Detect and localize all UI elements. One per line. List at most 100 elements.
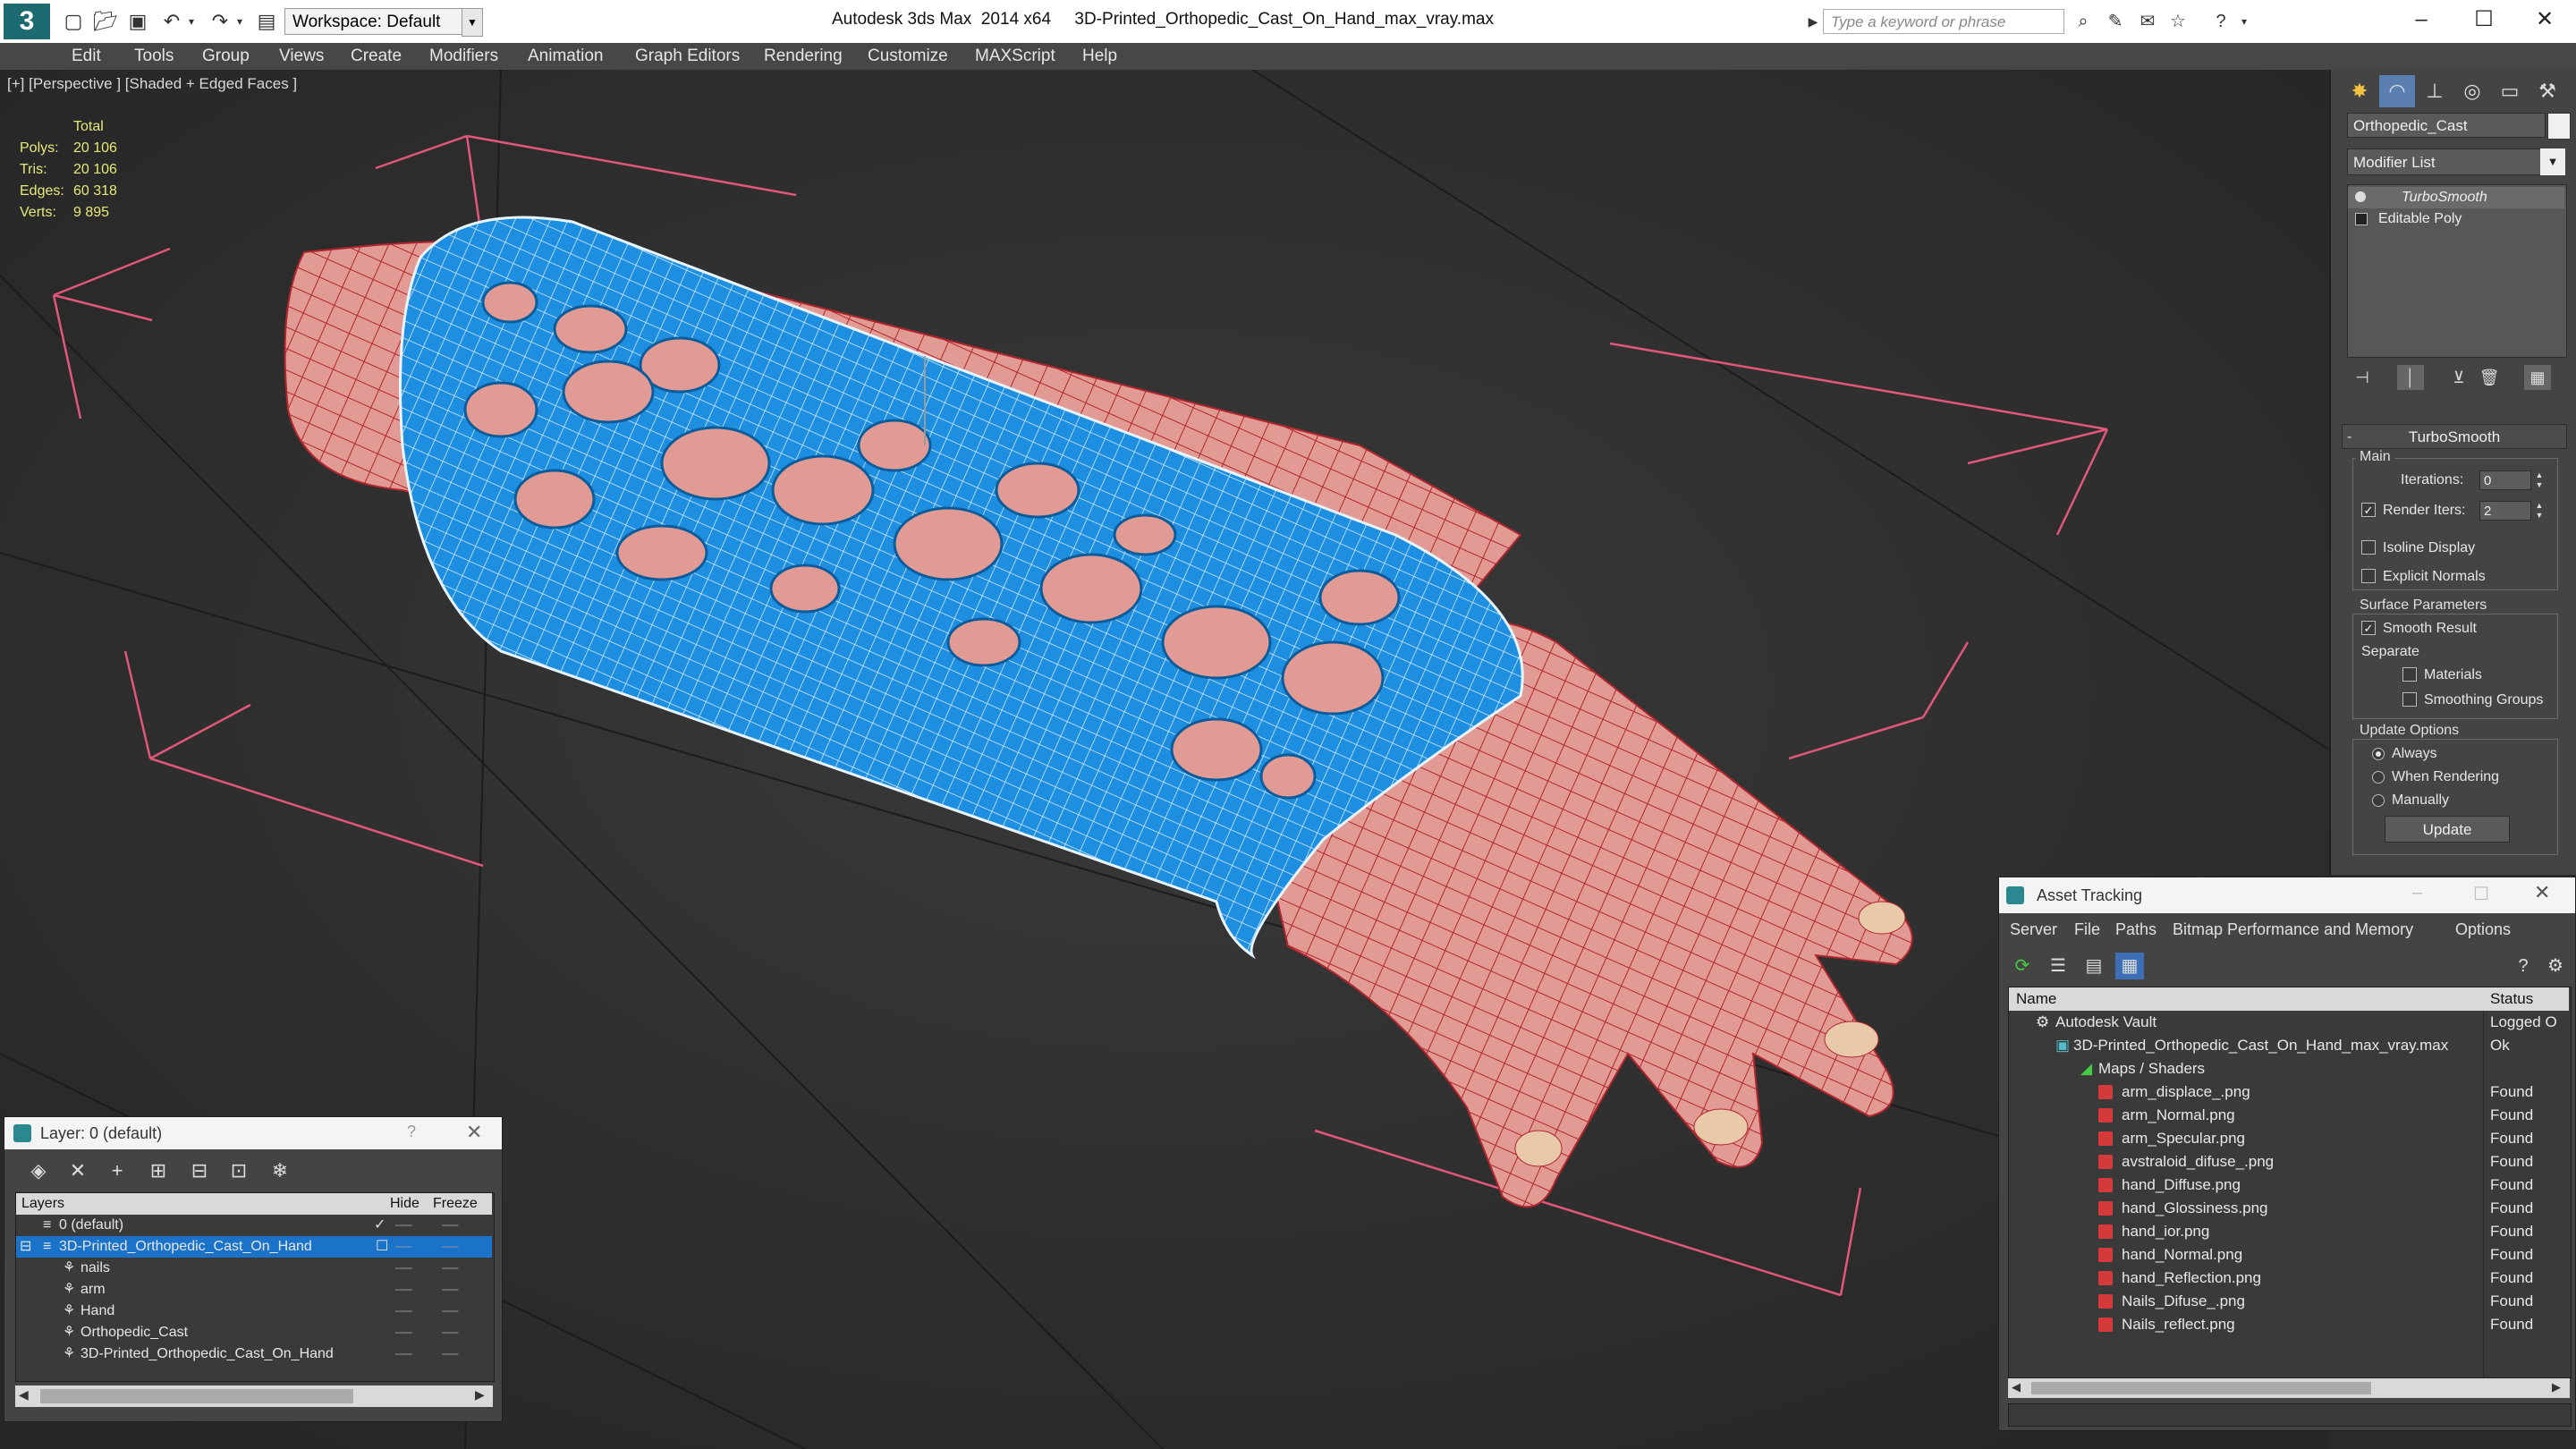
asset-row[interactable]: arm_Specular.png Found bbox=[2009, 1127, 2569, 1150]
scroll-left-icon[interactable]: ◀ bbox=[2012, 1380, 2021, 1394]
close-button[interactable]: ✕ bbox=[2513, 0, 2576, 39]
scrollbar-thumb[interactable] bbox=[2031, 1382, 2371, 1394]
column-layers[interactable]: Layers bbox=[21, 1193, 64, 1215]
menu-maxscript[interactable]: MAXScript bbox=[975, 43, 1055, 70]
viewport-label[interactable]: [+] [Perspective ] [Shaded + Edged Faces… bbox=[7, 75, 297, 93]
turbosmooth-rollout-header[interactable]: TurboSmooth bbox=[2342, 424, 2567, 449]
asset-menu-file[interactable]: File bbox=[2074, 920, 2100, 939]
select-layer-icon[interactable]: ◈ bbox=[24, 1157, 53, 1185]
asset-row[interactable]: arm_displace_.png Found bbox=[2009, 1080, 2569, 1104]
workspace-dropdown-icon[interactable]: ▼ bbox=[462, 8, 483, 37]
menu-help[interactable]: Help bbox=[1082, 43, 1117, 70]
refresh-icon[interactable]: ⟳ bbox=[2008, 953, 2037, 979]
hide-toggle[interactable]: ── bbox=[395, 1215, 415, 1236]
menu-edit[interactable]: Edit bbox=[72, 43, 101, 70]
asset-row[interactable]: hand_Reflection.png Found bbox=[2009, 1267, 2569, 1290]
delete-layer-icon[interactable]: ✕ bbox=[64, 1157, 92, 1185]
scroll-left-icon[interactable]: ◀ bbox=[19, 1387, 29, 1402]
freeze-toggle[interactable]: ── bbox=[442, 1258, 462, 1279]
search-expand-icon[interactable]: ▶ bbox=[1805, 9, 1821, 34]
scrollbar-thumb[interactable] bbox=[40, 1389, 353, 1403]
hierarchy-tab-icon[interactable]: ⊥ bbox=[2417, 75, 2453, 107]
current-layer-box-icon[interactable]: ☐ bbox=[376, 1236, 388, 1258]
layer-row[interactable]: ⚘ nails ── ── bbox=[16, 1258, 492, 1279]
object-color-swatch[interactable] bbox=[2547, 113, 2571, 140]
layer-row[interactable]: ⊟ ≡ 3D-Printed_Orthopedic_Cast_On_Hand ☐… bbox=[16, 1236, 492, 1258]
menu-tools[interactable]: Tools bbox=[134, 43, 174, 70]
asset-menu-paths[interactable]: Paths bbox=[2115, 920, 2157, 939]
remove-modifier-icon[interactable]: 🗑︎ bbox=[2476, 365, 2503, 390]
undo-dropdown-icon[interactable]: ▾ bbox=[179, 9, 204, 34]
column-name[interactable]: Name bbox=[2016, 987, 2056, 1011]
stack-item-turbosmooth[interactable]: TurboSmooth bbox=[2348, 187, 2564, 208]
maximize-button[interactable]: ☐ bbox=[2473, 883, 2489, 905]
binoculars-icon[interactable]: ⌕ bbox=[2070, 9, 2097, 34]
layer-row[interactable]: ⚘ 3D-Printed_Orthopedic_Cast_On_Hand ── ─… bbox=[16, 1343, 492, 1365]
minimize-button[interactable]: – bbox=[2390, 0, 2453, 39]
menu-group[interactable]: Group bbox=[202, 43, 250, 70]
smooth-result-checkbox[interactable]: ✓ bbox=[2361, 621, 2376, 635]
spinner-arrows-icon[interactable]: ▲ ▼ bbox=[2533, 501, 2546, 521]
make-unique-icon[interactable]: ⊻ bbox=[2445, 365, 2472, 390]
menu-animation[interactable]: Animation bbox=[528, 43, 604, 70]
highlight-layer-icon[interactable]: ⊟ bbox=[185, 1157, 214, 1185]
hide-toggle[interactable]: ── bbox=[395, 1279, 415, 1301]
update-button[interactable]: Update bbox=[2385, 816, 2510, 843]
asset-row[interactable]: Nails_Difuse_.png Found bbox=[2009, 1290, 2569, 1313]
chevron-down-icon[interactable]: ▼ bbox=[2540, 148, 2565, 175]
scroll-right-icon[interactable]: ▶ bbox=[475, 1387, 485, 1402]
menu-modifiers[interactable]: Modifiers bbox=[429, 43, 498, 70]
new-layer-icon[interactable]: + bbox=[103, 1157, 131, 1185]
help-icon[interactable]: ? bbox=[2509, 953, 2538, 979]
save-file-icon[interactable]: ▣ bbox=[125, 9, 150, 34]
scroll-right-icon[interactable]: ▶ bbox=[2552, 1380, 2561, 1394]
detail-view-icon[interactable]: ▤ bbox=[2080, 953, 2108, 979]
menu-customize[interactable]: Customize bbox=[868, 43, 948, 70]
asset-path-field[interactable] bbox=[2008, 1403, 2572, 1427]
asset-row[interactable]: avstraloid_difuse_.png Found bbox=[2009, 1150, 2569, 1174]
freeze-toggle[interactable]: ── bbox=[442, 1343, 462, 1365]
help-icon[interactable]: ? bbox=[407, 1123, 416, 1141]
stack-item-editable-poly[interactable]: Editable Poly bbox=[2348, 208, 2564, 230]
render-iters-checkbox[interactable]: ✓ bbox=[2361, 503, 2376, 517]
asset-menu-bitmap-performance[interactable]: Bitmap Performance and Memory bbox=[2173, 920, 2413, 939]
freeze-toggle[interactable]: ── bbox=[442, 1301, 462, 1322]
minimize-button[interactable]: – bbox=[2412, 883, 2422, 903]
layer-window-header[interactable]: Layer: 0 (default) ? ✕ bbox=[4, 1117, 502, 1149]
column-freeze[interactable]: Freeze bbox=[433, 1193, 478, 1215]
menu-views[interactable]: Views bbox=[279, 43, 324, 70]
object-name-field[interactable]: Orthopedic_Cast bbox=[2347, 113, 2546, 138]
materials-checkbox[interactable] bbox=[2402, 667, 2417, 682]
layer-row[interactable]: ⚘ Hand ── ── bbox=[16, 1301, 492, 1322]
modify-tab-icon[interactable]: ◠ bbox=[2379, 75, 2415, 107]
asset-row[interactable]: ◢ Maps / Shaders bbox=[2009, 1057, 2569, 1080]
render-iters-spinner[interactable]: 2 bbox=[2479, 501, 2531, 521]
favorites-star-icon[interactable]: ☆ bbox=[2165, 9, 2191, 34]
asset-window-header[interactable]: Asset Tracking – ☐ ✕ bbox=[1999, 877, 2575, 913]
add-to-layer-icon[interactable]: ⊞ bbox=[144, 1157, 173, 1185]
motion-tab-icon[interactable]: ◎ bbox=[2454, 75, 2490, 107]
display-tab-icon[interactable]: ▭ bbox=[2492, 75, 2528, 107]
show-end-result-icon[interactable]: │ bbox=[2397, 365, 2424, 390]
horizontal-scrollbar[interactable]: ◀ ▶ bbox=[2008, 1378, 2570, 1398]
horizontal-scrollbar[interactable]: ◀ ▶ bbox=[15, 1385, 493, 1407]
redo-dropdown-icon[interactable]: ▾ bbox=[227, 9, 252, 34]
hide-toggle[interactable]: ── bbox=[395, 1301, 415, 1322]
create-tab-icon[interactable]: ✸ bbox=[2342, 75, 2377, 107]
freeze-toggle[interactable]: ── bbox=[442, 1215, 462, 1236]
asset-row[interactable]: Nails_reflect.png Found bbox=[2009, 1313, 2569, 1336]
maximize-button[interactable]: ☐ bbox=[2453, 0, 2515, 39]
menu-graph-editors[interactable]: Graph Editors bbox=[635, 43, 740, 70]
iterations-spinner[interactable]: 0 bbox=[2479, 470, 2531, 490]
help-dropdown-icon[interactable]: ▾ bbox=[2231, 9, 2258, 34]
collapse-icon[interactable]: - bbox=[2347, 429, 2351, 445]
communication-icon[interactable]: ✉ bbox=[2134, 9, 2161, 34]
hide-all-icon[interactable]: ⊡ bbox=[225, 1157, 253, 1185]
hide-toggle[interactable]: ── bbox=[395, 1258, 415, 1279]
utilities-tab-icon[interactable]: ⚒ bbox=[2529, 75, 2565, 107]
isoline-display-checkbox[interactable] bbox=[2361, 540, 2376, 555]
menu-create[interactable]: Create bbox=[351, 43, 402, 70]
freeze-toggle[interactable]: ── bbox=[442, 1236, 462, 1258]
configure-sets-icon[interactable]: ▦ bbox=[2524, 365, 2551, 390]
app-logo[interactable]: 3 bbox=[4, 4, 50, 39]
